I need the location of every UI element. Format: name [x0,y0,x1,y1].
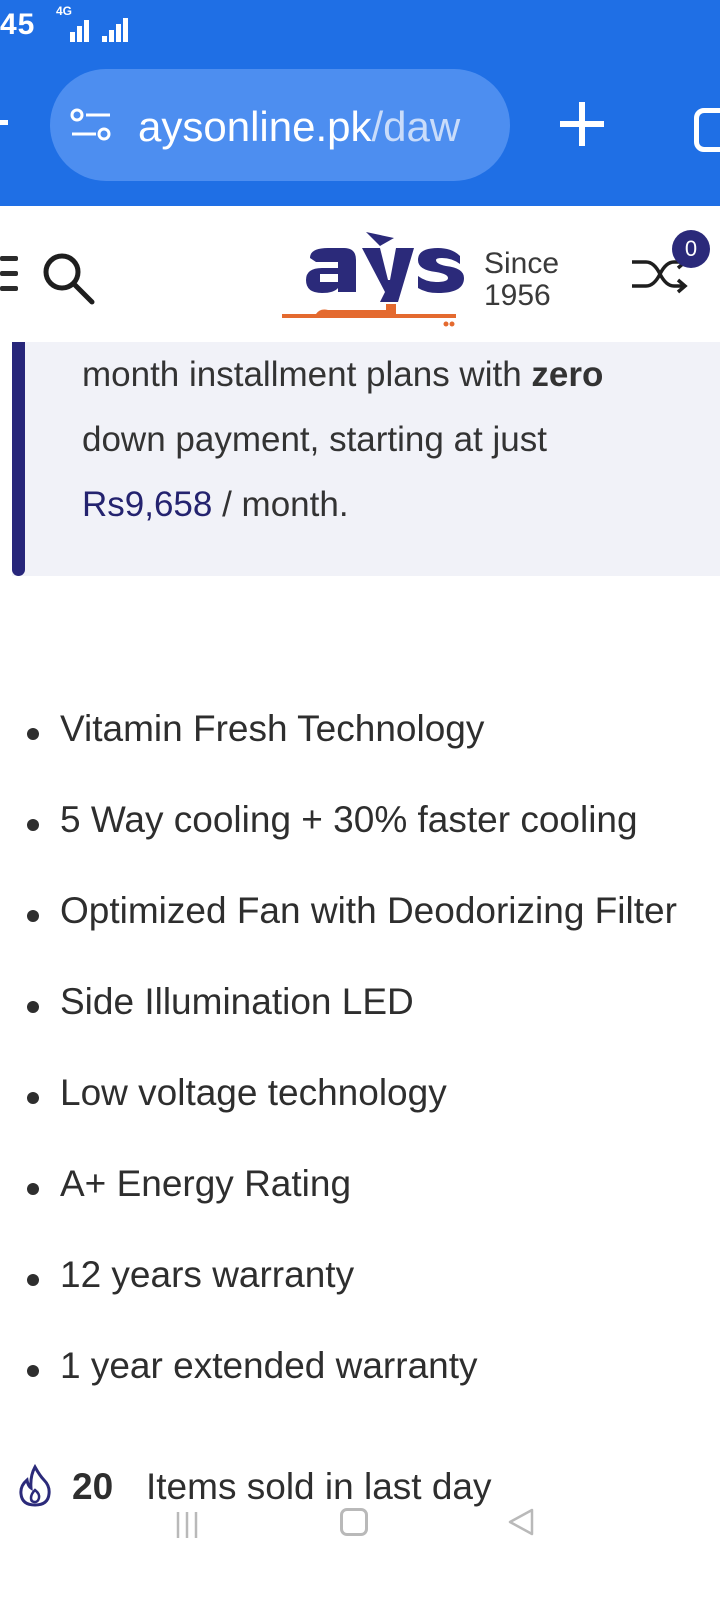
list-item: Side Illumination LED [0,973,720,1064]
feature-text: 1 year extended warranty [60,1345,478,1386]
installment-price-suffix: / month. [222,485,349,524]
status-time: 45 [0,8,36,41]
url-text[interactable]: aysonline.pk/daw [138,103,460,151]
recents-icon[interactable] [172,1508,202,1542]
tab-switcher-icon[interactable] [694,108,720,152]
system-nav-bar [0,1500,720,1600]
status-bar: 45 4G [0,0,720,52]
bullet-icon [27,910,39,922]
feature-text: A+ Energy Rating [60,1163,352,1204]
feature-list: Vitamin Fresh Technology 5 Way cooling +… [0,700,720,1428]
bullet-icon [27,1092,39,1104]
feature-text: Vitamin Fresh Technology [60,708,485,749]
url-domain: aysonline.pk [138,103,372,150]
list-item: 1 year extended warranty [0,1337,720,1428]
feature-text: Low voltage technology [60,1072,447,1113]
logo-mark [282,232,464,327]
back-arrow-icon[interactable] [0,120,8,135]
compare-count-badge: 0 [672,230,710,268]
note-accent-bar [12,342,25,576]
feature-text: 5 Way cooling + 30% faster cooling [60,799,638,840]
address-bar[interactable]: aysonline.pk/daw [50,69,510,181]
installment-price: Rs9,658 [82,485,213,524]
bullet-icon [27,728,39,740]
site-settings-icon[interactable] [70,107,112,143]
search-icon[interactable] [40,250,96,306]
logo-year: 1956 [484,279,551,312]
installment-line-1: month installment plans with zero [82,342,720,407]
network-type: 4G [56,4,73,18]
logo-since: Since 1956 [484,248,559,312]
site-header: Since 1956 0 [0,206,720,342]
site-logo[interactable]: Since 1956 [276,218,566,330]
bullet-icon [27,1001,39,1013]
feature-text: Side Illumination LED [60,981,414,1022]
back-icon[interactable] [506,1506,536,1538]
list-item: Low voltage technology [0,1064,720,1155]
bullet-icon [27,1183,39,1195]
installment-line-1-prefix: month installment plans with [82,355,522,394]
list-item: Vitamin Fresh Technology [0,700,720,791]
logo-since-label: Since [484,247,560,280]
plus-icon[interactable] [550,92,614,156]
bullet-icon [27,1365,39,1377]
list-item: 12 years warranty [0,1246,720,1337]
installment-zero: zero [531,355,604,394]
bullet-icon [27,819,39,831]
browser-toolbar: 45 4G aysonline.pk/daw [0,0,720,206]
list-item: A+ Energy Rating [0,1155,720,1246]
hamburger-menu-icon[interactable] [0,254,18,294]
feature-text: Optimized Fan with Deodorizing Filter [60,890,677,931]
installment-text: month installment plans with zero down p… [82,342,720,537]
list-item: 5 Way cooling + 30% faster cooling [0,791,720,882]
installment-line-3: Rs9,658 / month. [82,472,720,537]
bullet-icon [27,1274,39,1286]
url-path: /daw [371,103,461,150]
home-icon[interactable] [340,1508,368,1536]
installment-line-2: down payment, starting at just [82,420,547,459]
feature-text: 12 years warranty [60,1254,355,1295]
installment-note: month installment plans with zero down p… [12,342,720,576]
list-item: Optimized Fan with Deodorizing Filter [0,882,720,973]
